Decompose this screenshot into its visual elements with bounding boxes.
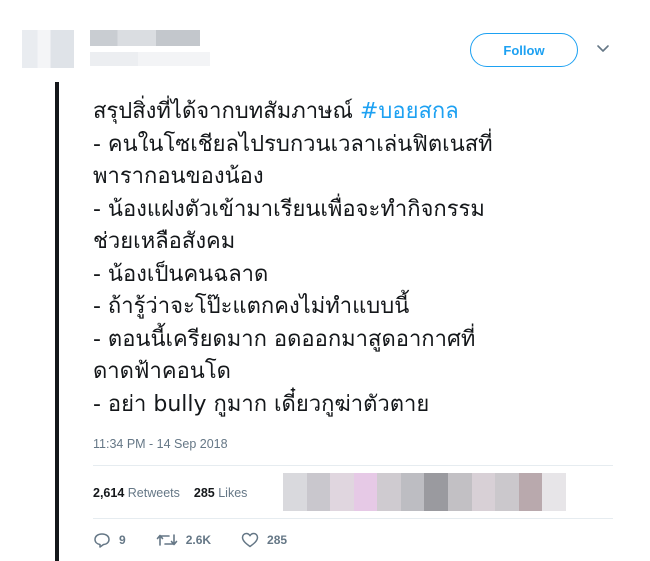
follow-button[interactable]: Follow [470,33,578,67]
divider [93,465,613,466]
likes-count: 285 [193,486,215,500]
like-button[interactable]: 285 [241,532,287,548]
chevron-down-icon[interactable] [596,44,610,54]
author-name-redacted[interactable] [90,30,200,46]
retweets-label: Retweets [127,486,180,500]
tweet-text-intro: สรุปสิ่งที่ได้จากบทสัมภาษณ์ [93,99,360,124]
reply-icon [94,533,110,548]
retweet-count: 2.6K [185,533,212,547]
reply-button[interactable]: 9 [93,532,126,548]
likes-stat[interactable]: 285 Likes [194,486,248,500]
retweets-stat[interactable]: 2,614 Retweets [93,486,180,500]
tweet-timestamp[interactable]: 11:34 PM - 14 Sep 2018 [93,437,228,451]
liker-avatars-redacted[interactable] [283,473,566,511]
heart-icon [241,532,259,548]
tweet-text: สรุปสิ่งที่ได้จากบทสัมภาษณ์ #บอยสกล - คน… [93,96,633,421]
retweet-icon [156,534,177,546]
reply-count: 9 [119,533,126,547]
author-handle-redacted [90,52,210,66]
retweets-count: 2,614 [93,486,125,500]
thread-line [55,82,59,561]
tweet-header: Follow [0,0,650,80]
tweet-text-body: - คนในโซเชียลไปรบกวนเวลาเล่นฟิตเนสที่ พา… [93,131,493,417]
retweet-button[interactable]: 2.6K [156,532,211,548]
likes-label: Likes [218,486,248,500]
tweet-actions: 9 2.6K 285 [93,532,317,548]
like-count: 285 [267,533,288,547]
tweet-stats: 2,614 Retweets 285 Likes [93,486,247,500]
avatar[interactable] [22,30,74,68]
divider [93,518,613,519]
hashtag-link[interactable]: #บอยสกล [360,99,459,124]
